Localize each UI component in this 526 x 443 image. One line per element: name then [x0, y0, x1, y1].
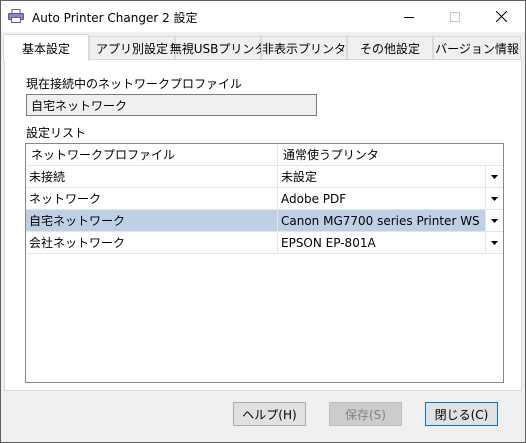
column-header-printer[interactable]: 通常使うプリンタ: [278, 144, 503, 165]
maximize-icon: [450, 11, 460, 22]
profile-cell[interactable]: 未接続: [26, 166, 278, 187]
printer-select[interactable]: Adobe PDF: [278, 188, 486, 209]
settings-grid[interactable]: ネットワークプロファイル 通常使うプリンタ 未接続 未設定 ネットワーク Ado…: [25, 143, 504, 383]
chevron-down-icon: [491, 240, 498, 245]
current-profile-field: 自宅ネットワーク: [26, 94, 317, 116]
column-header-profile[interactable]: ネットワークプロファイル: [26, 144, 278, 165]
grid-header: ネットワークプロファイル 通常使うプリンタ: [26, 144, 503, 166]
tab-other-settings[interactable]: その他設定: [347, 36, 433, 60]
table-row[interactable]: 会社ネットワーク EPSON EP-801A: [26, 232, 503, 254]
printer-select[interactable]: Canon MG7700 series Printer WS: [278, 210, 486, 231]
chevron-down-icon: [491, 174, 498, 179]
tab-label: バージョン情報: [435, 42, 519, 56]
printer-select[interactable]: 未設定: [278, 166, 486, 187]
close-button[interactable]: 閉じる(C): [425, 402, 498, 426]
profile-cell[interactable]: 会社ネットワーク: [26, 232, 278, 253]
minimize-icon: [404, 16, 414, 18]
profile-cell[interactable]: ネットワーク: [26, 188, 278, 209]
dropdown-button[interactable]: [486, 166, 503, 187]
tab-version-info[interactable]: バージョン情報: [433, 36, 521, 60]
minimize-button[interactable]: [386, 1, 432, 32]
table-row-selected[interactable]: 自宅ネットワーク Canon MG7700 series Printer WS: [26, 210, 503, 232]
save-button[interactable]: 保存(S): [329, 402, 402, 426]
tab-label: 基本設定: [21, 41, 70, 56]
tab-label: 非表示プリンタ: [262, 42, 347, 56]
chevron-down-icon: [491, 218, 498, 223]
tab-basic-settings[interactable]: 基本設定: [3, 34, 89, 61]
settings-window: Auto Printer Changer 2 設定 基本設定 アプリ別設定 無視…: [0, 0, 526, 443]
maximize-button[interactable]: [432, 1, 478, 32]
dropdown-button[interactable]: [486, 210, 503, 231]
table-row[interactable]: 未接続 未設定: [26, 166, 503, 188]
close-icon: [495, 11, 507, 22]
tab-label: アプリ別設定: [95, 42, 168, 56]
tab-label: その他設定: [359, 42, 420, 56]
tab-hidden-printers[interactable]: 非表示プリンタ: [261, 36, 347, 60]
tab-label: 無視USBプリンタ: [169, 42, 267, 56]
tab-app-settings[interactable]: アプリ別設定: [89, 36, 175, 60]
current-profile-label: 現在接続中のネットワークプロファイル: [26, 77, 243, 91]
basic-settings-panel: 現在接続中のネットワークプロファイル 自宅ネットワーク 設定リスト ネットワーク…: [4, 59, 522, 391]
settings-list-label: 設定リスト: [26, 126, 87, 140]
title-bar[interactable]: Auto Printer Changer 2 設定: [1, 1, 525, 32]
table-row[interactable]: ネットワーク Adobe PDF: [26, 188, 503, 210]
close-window-button[interactable]: [478, 1, 524, 32]
dropdown-button[interactable]: [486, 188, 503, 209]
window-title: Auto Printer Changer 2 設定: [32, 11, 198, 25]
tab-strip: 基本設定 アプリ別設定 無視USBプリンタ 非表示プリンタ その他設定 バージョ…: [1, 34, 525, 61]
printer-icon: [8, 9, 24, 23]
help-button[interactable]: ヘルプ(H): [233, 402, 306, 426]
tab-ignore-usb-printers[interactable]: 無視USBプリンタ: [170, 36, 266, 60]
chevron-down-icon: [491, 196, 498, 201]
profile-cell[interactable]: 自宅ネットワーク: [26, 210, 278, 231]
dropdown-button[interactable]: [486, 232, 503, 253]
printer-select[interactable]: EPSON EP-801A: [278, 232, 486, 253]
